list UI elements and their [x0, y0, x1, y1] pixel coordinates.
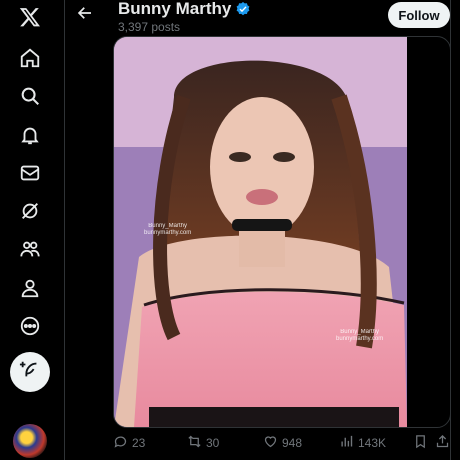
watermark-site: bunnymarthy.com	[336, 336, 384, 342]
watermark-handle: Bunny_Marthy	[340, 329, 379, 335]
post-actions: 23 30 948 143K	[113, 432, 450, 454]
views-button[interactable]: 143K	[339, 432, 386, 454]
post-count: 3,397 posts	[118, 20, 181, 34]
arrow-left-icon	[76, 4, 94, 27]
watermark-site: bunnymarthy.com	[144, 230, 192, 236]
back-button[interactable]	[74, 4, 96, 26]
like-button[interactable]: 948	[263, 432, 302, 454]
repost-button[interactable]: 30	[187, 432, 219, 454]
home-icon[interactable]	[15, 43, 45, 73]
avatar[interactable]	[13, 424, 47, 458]
profile-icon[interactable]	[15, 273, 45, 303]
verified-badge-icon	[235, 1, 251, 17]
bookmark-button[interactable]	[413, 432, 428, 454]
feather-plus-icon	[19, 359, 41, 386]
share-button[interactable]	[435, 432, 450, 454]
search-icon[interactable]	[15, 81, 45, 111]
media-card[interactable]: Bunny_Marthy bunnymarthy.com Bunny_Marth…	[113, 36, 451, 428]
bookmark-icon	[413, 434, 428, 452]
repost-icon	[187, 434, 202, 452]
repost-count: 30	[206, 436, 220, 450]
watermark: Bunny_Marthy bunnymarthy.com	[144, 223, 191, 237]
mail-icon[interactable]	[15, 158, 45, 188]
post-photo[interactable]: Bunny_Marthy bunnymarthy.com Bunny_Marth…	[114, 37, 407, 427]
x-logo-icon[interactable]	[15, 2, 45, 32]
profile-name: Bunny Marthy	[118, 0, 251, 19]
sidebar-nav	[0, 0, 60, 460]
more-icon[interactable]	[15, 311, 45, 341]
compose-button[interactable]	[10, 352, 50, 392]
watermark-handle: Bunny_Marthy	[148, 223, 187, 229]
bell-icon[interactable]	[15, 120, 45, 150]
reply-icon	[113, 434, 128, 452]
watermark: Bunny_Marthy bunnymarthy.com	[336, 329, 383, 343]
follow-button[interactable]: Follow	[388, 2, 450, 28]
reply-button[interactable]: 23	[113, 432, 145, 454]
profile-name-text: Bunny Marthy	[118, 0, 232, 18]
like-count: 948	[282, 436, 303, 450]
share-icon	[435, 434, 450, 452]
grok-icon[interactable]	[15, 196, 45, 226]
column-divider	[64, 0, 65, 460]
views-count: 143K	[358, 436, 387, 450]
reply-count: 23	[132, 436, 146, 450]
heart-icon	[263, 434, 278, 452]
communities-icon[interactable]	[15, 234, 45, 264]
views-chart-icon	[339, 434, 354, 452]
